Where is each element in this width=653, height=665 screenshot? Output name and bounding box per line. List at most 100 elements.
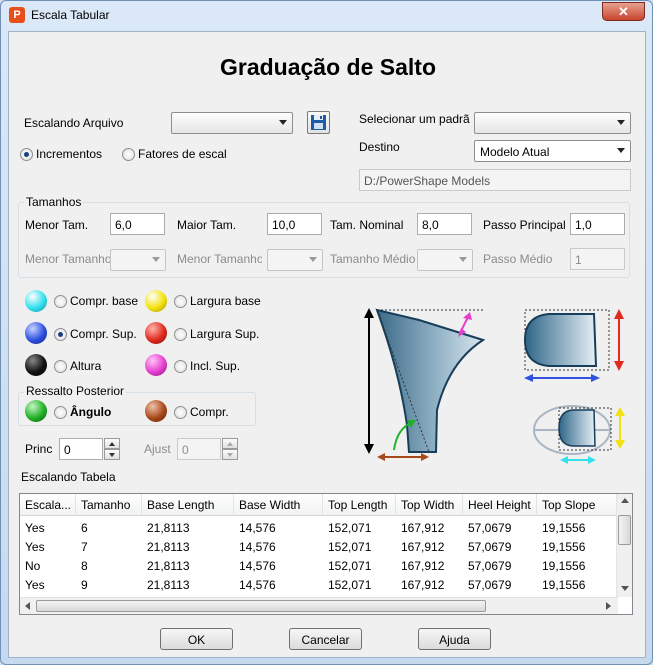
destination-dropdown[interactable]: Modelo Atual [474,140,631,162]
table-row[interactable]: Yes 9 21,8113 14,576 152,071 167,912 57,0679 19… [20,575,618,594]
height-label: Altura [70,359,102,373]
increments-radio[interactable] [20,148,33,161]
table-cell: 14,576 [239,559,276,573]
table-cell: 14,576 [239,521,276,535]
table-cell: 152,071 [328,559,372,573]
main-step-input[interactable]: 1,0 [570,213,625,235]
table-row[interactable]: No 8 21,8113 14,576 152,071 167,912 57,0679 19,… [20,556,618,575]
scroll-right-arrow-icon[interactable] [606,602,611,610]
top-slope-radio[interactable] [174,360,187,373]
table-cell: 57,0679 [468,578,512,592]
table-cell: 152,071 [328,578,372,592]
height-radio[interactable] [54,360,67,373]
vertical-scroll-thumb[interactable] [618,515,631,545]
close-button[interactable]: ✕ [602,2,645,21]
table-cell: 19,1556 [542,521,586,535]
table-cell: 57,0679 [468,540,512,554]
save-file-button[interactable] [307,111,330,134]
scale-factors-label: Fatores de escal: [138,147,226,161]
column-header[interactable]: Top Slope [537,494,618,516]
table-cell: 167,912 [401,559,445,573]
cancel-button[interactable]: Cancelar [289,628,362,650]
cyan-ball-icon [25,290,47,312]
scale-factors-radio[interactable] [122,148,135,161]
base-width-label: Largura base [190,294,261,308]
vertical-scrollbar[interactable] [616,494,632,597]
princ-value[interactable]: 0 [59,438,103,460]
table-row[interactable]: Yes 6 21,8113 14,576 152,071 167,912 57,0679 19… [20,518,618,537]
table-cell: 21,8113 [147,578,190,592]
top-width-radio[interactable] [174,328,187,341]
chevron-down-icon [617,148,625,153]
horizontal-scroll-thumb[interactable] [36,600,486,612]
title-bar: P Escala Tabular ✕ [1,1,652,29]
main-step-label: Passo Principal [483,218,566,232]
scaling-file-dropdown[interactable] [171,112,293,134]
ok-button[interactable]: OK [160,628,233,650]
table-row[interactable]: Yes 7 21,8113 14,576 152,071 167,912 57,0679 19… [20,537,618,556]
princ-up-button[interactable] [104,438,120,449]
column-header[interactable]: Tamanho [76,494,142,516]
app-icon: P [9,7,25,23]
princ-down-button[interactable] [104,449,120,460]
table-cell: 9 [81,578,88,592]
column-header[interactable]: Top Width [396,494,463,516]
chevron-down-icon [617,120,625,125]
max-size2-dropdown[interactable] [267,249,323,271]
top-length-radio[interactable] [54,328,67,341]
max-size-input[interactable]: 10,0 [267,213,322,235]
heel-length-radio[interactable] [174,406,187,419]
horizontal-scrollbar[interactable] [20,597,618,614]
table-header: Escala... Tamanho Base Length Base Width… [20,494,618,516]
help-button[interactable]: Ajuda [418,628,491,650]
page-title: Graduação de Salto [219,54,436,80]
max-size-label: Maior Tam. [177,218,237,232]
min-size2-label: Menor Tamanho [25,252,110,266]
mid-size-dropdown[interactable] [417,249,473,271]
yellow-ball-icon [145,290,167,312]
top-slope-label: Incl. Sup. [190,359,241,373]
nominal-size-input[interactable]: 8,0 [417,213,472,235]
black-ball-icon [25,354,47,376]
base-width-radio[interactable] [174,295,187,308]
top-width-label: Largura Sup. [190,327,260,341]
column-header[interactable]: Base Length [142,494,234,516]
window-title: Escala Tabular [31,8,110,22]
scaling-table[interactable]: Escala... Tamanho Base Length Base Width… [19,493,633,615]
table-cell: Yes [25,540,45,554]
green-ball-icon [25,400,47,422]
princ-stepper[interactable]: 0 [59,438,122,460]
scroll-left-arrow-icon[interactable] [25,602,30,610]
brown-ball-icon [145,400,167,422]
min-size-input[interactable]: 6,0 [110,213,165,235]
angle-radio[interactable] [54,406,67,419]
select-standard-label: Selecionar um padrã [359,112,470,126]
chevron-down-icon [459,257,467,262]
table-cell: 57,0679 [468,559,512,573]
mid-step-label: Passo Médio [483,252,553,266]
table-cell: 14,576 [239,578,276,592]
ajust-down-button[interactable] [222,449,238,460]
ajust-label: Ajust [144,442,171,456]
table-cell: 14,576 [239,540,276,554]
table-cell: Yes [25,521,45,535]
sizes-group-title: Tamanhos [24,195,84,209]
ajust-stepper[interactable]: 0 [177,438,240,460]
column-header[interactable]: Heel Height [463,494,537,516]
select-standard-dropdown[interactable] [474,112,631,134]
table-cell: 19,1556 [542,578,586,592]
table-cell: 19,1556 [542,559,586,573]
red-ball-icon [145,322,167,344]
magenta-ball-icon [145,354,167,376]
ajust-up-button[interactable] [222,438,238,449]
min-size2-dropdown[interactable] [110,249,166,271]
column-header[interactable]: Escala... [20,494,76,516]
scroll-down-arrow-icon[interactable] [621,586,629,591]
heel-back-group-title: Ressalto Posterior [24,384,127,398]
destination-path-field: D:/PowerShape Models [359,169,631,191]
mid-step-input: 1 [570,248,625,270]
column-header[interactable]: Top Length [323,494,396,516]
base-length-radio[interactable] [54,295,67,308]
column-header[interactable]: Base Width [234,494,323,516]
scroll-up-arrow-icon[interactable] [621,498,629,503]
